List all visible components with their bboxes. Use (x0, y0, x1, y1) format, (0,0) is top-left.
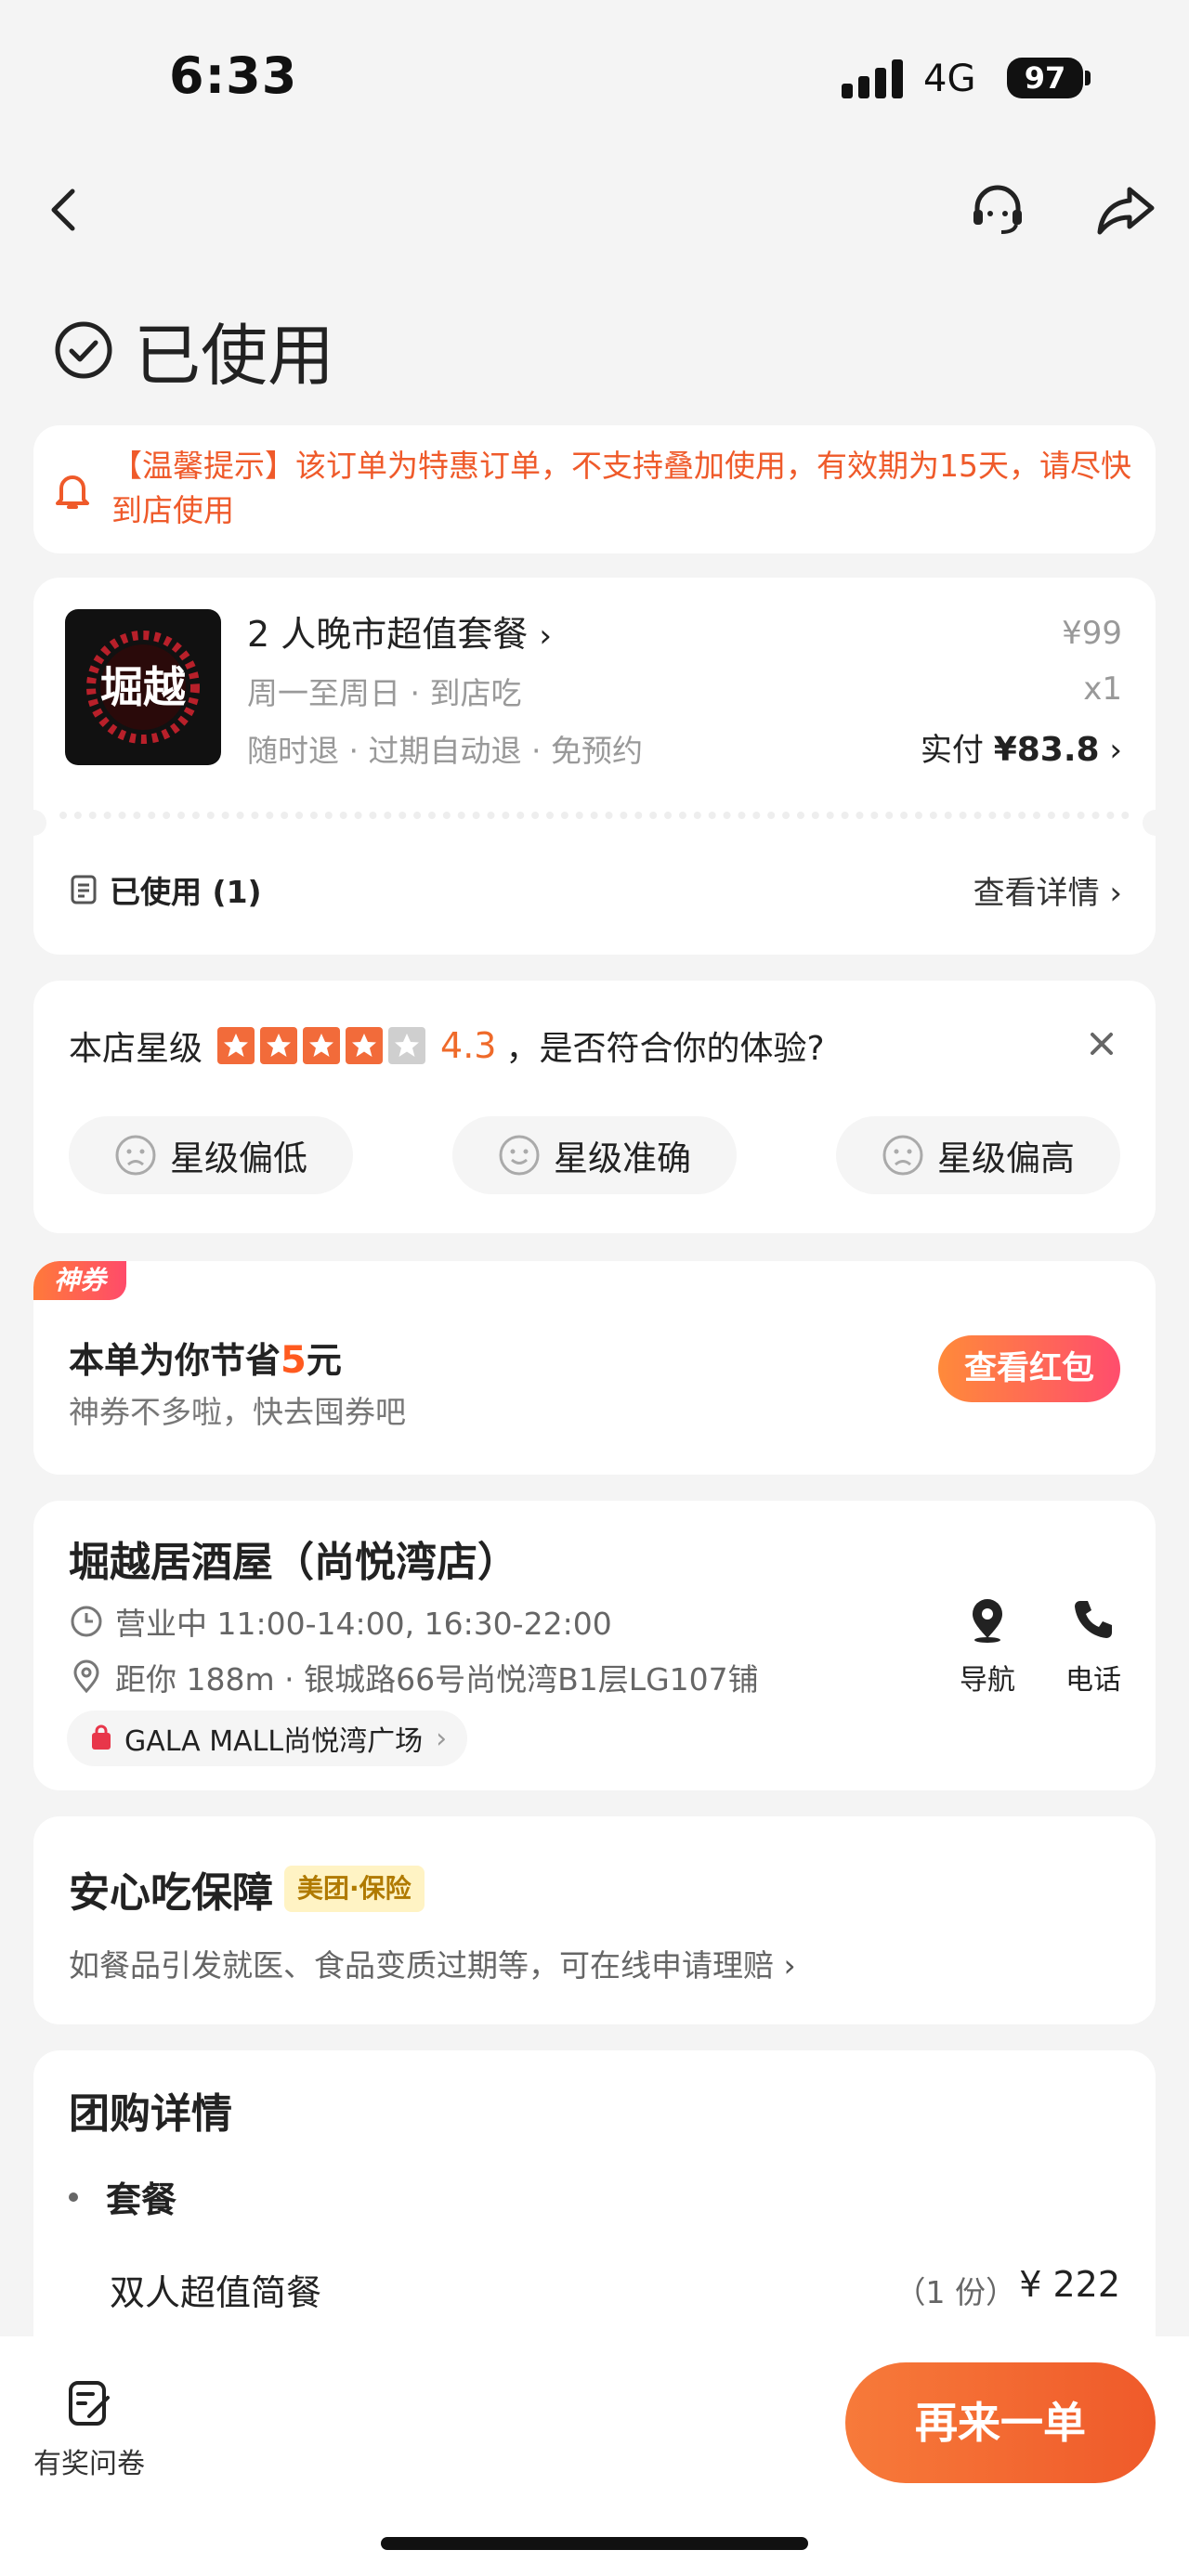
navigate-button[interactable]: 导航 (946, 1594, 1029, 1698)
rating-accurate-button[interactable]: 星级准确 (452, 1116, 737, 1194)
status-title: 已使用 (134, 317, 335, 395)
ticket-notch-left (20, 810, 46, 836)
shop-address: 距你 188m · 银城路66号尚悦湾B1层LG107铺 (69, 1655, 759, 1699)
view-details-link[interactable]: 查看详情 › (973, 867, 1122, 913)
shop-card: 堀越居酒屋（尚悦湾店） 营业中 11:00-14:00, 16:30-22:00… (33, 1501, 1156, 1790)
rating-score: 4.3 (440, 1025, 497, 1066)
deal-title[interactable]: 2 人晚市超值套餐 › (247, 605, 552, 657)
chevron-right-icon: › (783, 1947, 796, 1984)
location-icon (73, 1659, 99, 1694)
chevron-right-icon: › (1109, 875, 1122, 912)
battery-tip (1085, 71, 1091, 85)
shopping-bag-icon (92, 1724, 111, 1750)
deal-quantity: x1 (1083, 670, 1122, 708)
star-icon (388, 1027, 426, 1064)
details-item-name: 双人超值简餐 (110, 2272, 322, 2313)
battery-icon: 97 (1007, 58, 1083, 98)
details-item-qty: （1 份） (895, 2274, 1017, 2310)
share-icon[interactable] (1092, 176, 1159, 243)
deal-tags: 随时退 · 过期自动退 · 免预约 (247, 733, 643, 769)
mall-tag[interactable]: GALA MALL尚悦湾广场 › (67, 1711, 468, 1766)
coupon-title: 本单为你节省5元 (69, 1339, 342, 1382)
status-time: 6:33 (169, 46, 298, 105)
call-button[interactable]: 电话 (1052, 1594, 1135, 1698)
divider (59, 812, 1130, 819)
sad-face-icon (115, 1135, 156, 1176)
details-title: 团购详情 (69, 2090, 232, 2138)
bullet (69, 2192, 78, 2202)
star-icon (260, 1027, 298, 1064)
survey-icon (69, 2381, 110, 2426)
insurance-badge: 美团·保险 (284, 1866, 425, 1912)
shop-name[interactable]: 堀越居酒屋（尚悦湾店） (69, 1529, 518, 1588)
phone-icon (1075, 1601, 1112, 1638)
check-circle-icon (55, 321, 112, 378)
rating-label: 本店星级 (69, 1030, 203, 1068)
order-card: 堀越 2 人晚市超值套餐 › 周一至周日 · 到店吃 随时退 · 过期自动退 ·… (20, 578, 1169, 955)
guarantee-title: 安心吃保障 美团·保险 (69, 1859, 425, 1919)
bell-icon (56, 475, 89, 509)
sad-face-icon (882, 1135, 923, 1176)
coupon-card: 神券 本单为你节省5元 神券不多啦，快去囤券吧 查看红包 (33, 1261, 1156, 1475)
chevron-right-icon: › (436, 1722, 448, 1755)
star-icon (303, 1027, 341, 1064)
ticket-notch-right (1143, 810, 1169, 836)
view-red-packet-button[interactable]: 查看红包 (938, 1335, 1120, 1402)
network-label: 4G (923, 58, 976, 100)
coupon-subtitle: 神券不多啦，快去囤券吧 (69, 1394, 406, 1430)
close-icon[interactable] (1083, 1025, 1120, 1066)
shop-hours: 营业中 11:00-14:00, 16:30-22:00 (69, 1599, 612, 1644)
guarantee-description: 如餐品引发就医、食品变质过期等，可在线申请理赔 › (69, 1947, 796, 1984)
notice-card: 【温馨提示】该订单为特惠订单，不支持叠加使用，有效期为15天，请尽快到店使用 (33, 425, 1156, 553)
rating-low-button[interactable]: 星级偏低 (69, 1116, 353, 1194)
shop-logo: 堀越 (65, 609, 221, 765)
signal-icon (842, 59, 903, 98)
star-icon (217, 1027, 255, 1064)
document-icon (71, 875, 97, 904)
deal-price: ¥99 (1062, 615, 1122, 652)
rating-card: 本店星级 4.3 ，是否符合你的体验? 星级偏低 星级准确 星级偏高 (33, 981, 1156, 1233)
rating-question: ，是否符合你的体验? (505, 1030, 825, 1068)
rating-stars (217, 1027, 431, 1064)
chevron-right-icon: › (539, 618, 552, 655)
details-item-price: ¥ 222 (1019, 2264, 1120, 2305)
clock-icon (71, 1606, 102, 1637)
rating-high-button[interactable]: 星级偏高 (836, 1116, 1120, 1194)
navigation-pin-icon (973, 1599, 1002, 1643)
back-icon[interactable] (32, 176, 98, 243)
survey-button[interactable]: 有奖问卷 (33, 2377, 145, 2481)
star-icon (346, 1027, 384, 1064)
used-count: 已使用 (1) (67, 867, 262, 912)
paid-amount[interactable]: 实付 ¥83.8 › (921, 724, 1122, 770)
details-section: 套餐 (69, 2171, 176, 2222)
chevron-right-icon: › (1109, 732, 1122, 769)
smile-face-icon (499, 1135, 540, 1176)
coupon-badge: 神券 (33, 1261, 126, 1300)
notice-text: 【温馨提示】该订单为特惠订单，不支持叠加使用，有效期为15天，请尽快到店使用 (111, 448, 1131, 528)
logo-lettering: 堀越 (100, 662, 187, 712)
rating-row: 本店星级 4.3 ，是否符合你的体验? (69, 1021, 825, 1070)
guarantee-card[interactable]: 安心吃保障 美团·保险 如餐品引发就医、食品变质过期等，可在线申请理赔 › (33, 1816, 1156, 2024)
home-indicator (381, 2537, 808, 2550)
order-status: 已使用 (54, 301, 334, 398)
reorder-button[interactable]: 再来一单 (845, 2362, 1156, 2483)
deal-subtitle: 周一至周日 · 到店吃 (247, 675, 522, 711)
customer-service-icon[interactable] (964, 176, 1031, 243)
